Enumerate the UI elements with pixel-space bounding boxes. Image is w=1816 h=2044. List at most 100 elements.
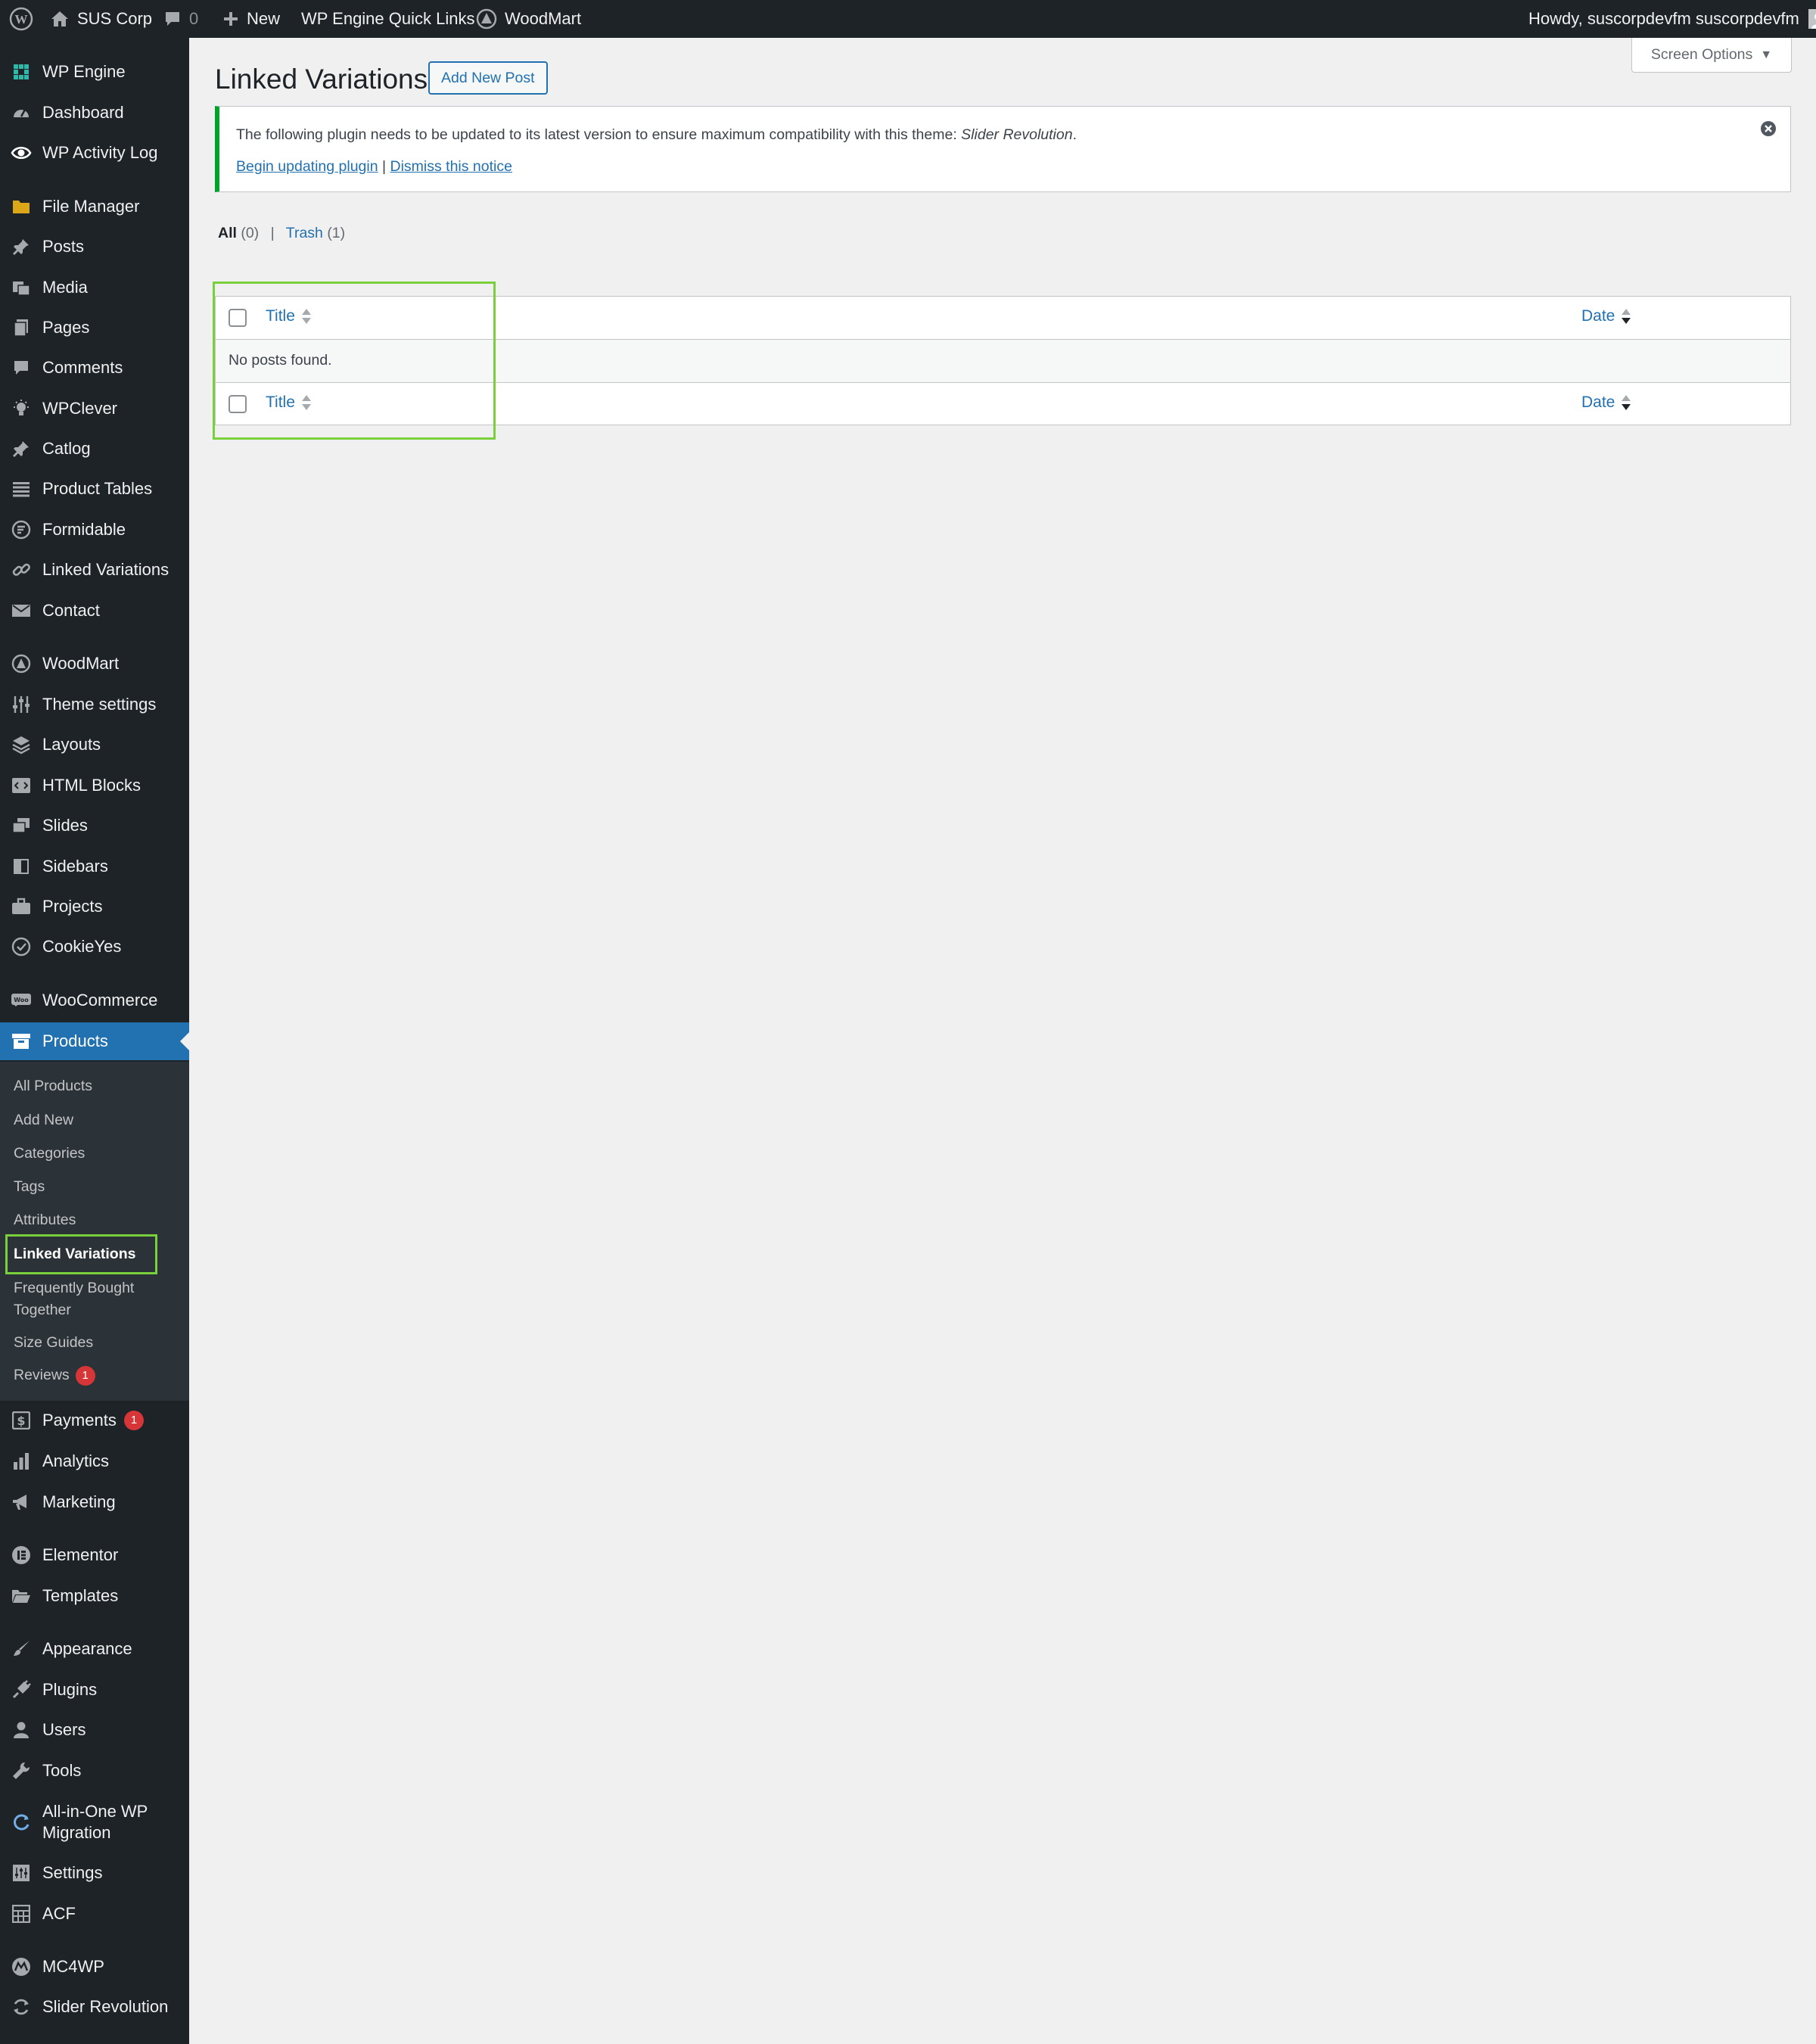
sidebar-item-catlog[interactable]: Catlog (0, 430, 189, 468)
new-content-link[interactable]: New (222, 0, 280, 38)
sidebar-item-elementor[interactable]: Elementor (0, 1536, 189, 1574)
submenu-item-add-new[interactable]: Add New (14, 1110, 73, 1130)
sidebar-item-wp-engine[interactable]: WP Engine (0, 53, 189, 91)
sidebar-item-label: Products (42, 1031, 108, 1050)
sidebar-item-woocommerce[interactable]: Woo WooCommerce (0, 982, 189, 1019)
sidebar-item-label: Product Tables (42, 479, 153, 498)
link-icon (11, 559, 32, 580)
sidebar-item-mc4wp[interactable]: MC4WP (0, 1948, 189, 1986)
add-new-post-button[interactable]: Add New Post (428, 61, 548, 95)
slides-icon (11, 815, 32, 836)
sidebar-item-cookieyes[interactable]: CookieYes (0, 928, 189, 966)
wp-engine-quick-links[interactable]: WP Engine Quick Links (301, 0, 474, 38)
woodmart-link[interactable]: WoodMart (476, 0, 581, 38)
date-column-sort[interactable]: Date (1581, 307, 1631, 325)
sidebar-item-theme-settings[interactable]: Theme settings (0, 686, 189, 723)
sidebar-item-label: MC4WP (42, 1957, 104, 1976)
sidebar-item-tools[interactable]: Tools (0, 1752, 189, 1790)
submenu-item-size-guides[interactable]: Size Guides (14, 1333, 93, 1352)
archive-icon (11, 1031, 32, 1052)
sidebar-item-comments[interactable]: Comments (0, 349, 189, 387)
sidebar-item-label: WPClever (42, 399, 118, 418)
submenu-item-tags[interactable]: Tags (14, 1177, 45, 1196)
submenu-item-label: Tags (14, 1178, 45, 1195)
dismiss-notice-link[interactable]: Dismiss this notice (390, 158, 512, 175)
sidebar-item-layouts[interactable]: Layouts (0, 726, 189, 764)
submenu-item-reviews[interactable]: Reviews 1 (14, 1365, 95, 1386)
pushpin-icon (11, 236, 32, 257)
sidebar-item-plugins[interactable]: Plugins (0, 1671, 189, 1709)
wrench-icon (11, 1760, 32, 1781)
comments-count: 0 (189, 9, 199, 28)
sidebar-item-payments[interactable]: $ Payments 1 (0, 1402, 189, 1439)
screen-options-button[interactable]: Screen Options ▼ (1631, 38, 1792, 73)
sidebar-item-label: Projects (42, 897, 103, 916)
sidebar-item-label: Contact (42, 601, 100, 620)
submenu-item-label: All Products (14, 1078, 93, 1094)
sidebar-item-label: WoodMart (42, 654, 120, 673)
sidebar-item-wpclever[interactable]: WPClever (0, 390, 189, 428)
submenu-item-attributes[interactable]: Attributes (14, 1210, 76, 1230)
sidebar-item-label: ACF (42, 1904, 76, 1923)
comments-link[interactable]: 0 (163, 0, 198, 38)
pages-icon (11, 317, 32, 338)
svg-text:W: W (15, 12, 28, 26)
sidebar-badge: 1 (124, 1411, 144, 1430)
submenu-item-categories[interactable]: Categories (14, 1143, 85, 1163)
sidebar-item-slides[interactable]: Slides (0, 807, 189, 845)
sidebar-item-media[interactable]: Media (0, 269, 189, 306)
sidebar-item-products[interactable]: Products (0, 1022, 189, 1060)
wordpress-logo-icon[interactable]: W (9, 0, 33, 38)
sidebar-item-wp-activity-log[interactable]: WP Activity Log (0, 134, 189, 172)
sidebar-item-label: CookieYes (42, 937, 122, 956)
sidebar-item-label: Slider Revolution (42, 1997, 169, 2016)
sidebar-item-label: All-in-One WP Migration (42, 1802, 148, 1842)
screen-options-label: Screen Options (1650, 46, 1753, 63)
sidebar-item-label: Payments (42, 1411, 117, 1430)
sidebar-item-templates[interactable]: Templates (0, 1577, 189, 1615)
post-status-views: All (0) | Trash (1) (218, 225, 345, 242)
sidebar-item-users[interactable]: Users (0, 1711, 189, 1749)
sidebar-item-dashboard[interactable]: Dashboard (0, 94, 189, 132)
formidable-icon (11, 519, 32, 540)
layers-icon (11, 734, 32, 755)
view-all-count: (0) (241, 225, 260, 241)
sidebar-item-posts[interactable]: Posts (0, 228, 189, 266)
notice-links: Begin updating plugin | Dismiss this not… (236, 158, 512, 176)
plus-icon (222, 11, 239, 27)
submenu-item-frequently-bought-together[interactable]: Frequently Bought Together (14, 1277, 157, 1321)
sidebar-item-analytics[interactable]: Analytics (0, 1442, 189, 1480)
close-icon[interactable] (1760, 120, 1777, 141)
sidebar-item-pages[interactable]: Pages (0, 309, 189, 347)
sidebar-item-all-in-one-wp-migration[interactable]: All-in-One WP Migration (0, 1797, 189, 1847)
sidebar-item-html-blocks[interactable]: HTML Blocks (0, 767, 189, 804)
svg-text:$: $ (17, 1414, 25, 1428)
sidebar-item-sidebars[interactable]: Sidebars (0, 848, 189, 885)
sidebar-item-slider-revolution[interactable]: Slider Revolution (0, 1988, 189, 2026)
dollar-icon: $ (11, 1410, 32, 1431)
site-name-link[interactable]: SUS Corp (50, 0, 152, 38)
woodmart-label: WoodMart (505, 9, 582, 28)
sidebar-item-settings[interactable]: Settings (0, 1854, 189, 1892)
sidebar-item-file-manager[interactable]: File Manager (0, 188, 189, 226)
sidebar-item-projects[interactable]: Projects (0, 888, 189, 926)
submenu-item-all-products[interactable]: All Products (14, 1076, 92, 1096)
sidebar-item-linked-variations[interactable]: Linked Variations (0, 551, 189, 589)
sidebar-item-label: Media (42, 278, 88, 297)
view-all[interactable]: All (218, 225, 237, 241)
sidebar-item-label: Tools (42, 1761, 82, 1780)
view-trash-link[interactable]: Trash (286, 225, 323, 241)
sidebar-item-label: WP Engine (42, 62, 126, 81)
sidebar-item-marketing[interactable]: Marketing (0, 1483, 189, 1521)
sidebar-item-appearance[interactable]: Appearance (0, 1630, 189, 1668)
my-account-link[interactable]: Howdy, suscorpdevfm suscorpdevfm (1528, 0, 1816, 38)
sidebar-item-label: Appearance (42, 1639, 132, 1658)
sidebar-item-contact[interactable]: Contact (0, 592, 189, 630)
begin-updating-plugin-link[interactable]: Begin updating plugin (236, 158, 378, 175)
sidebar-item-product-tables[interactable]: Product Tables (0, 470, 189, 508)
user-icon (11, 1719, 32, 1741)
sidebar-item-woodmart[interactable]: WoodMart (0, 645, 189, 683)
sidebar-item-acf[interactable]: ACF (0, 1895, 189, 1933)
sidebar-item-formidable[interactable]: Formidable (0, 511, 189, 549)
date-column-sort-footer[interactable]: Date (1581, 394, 1631, 412)
